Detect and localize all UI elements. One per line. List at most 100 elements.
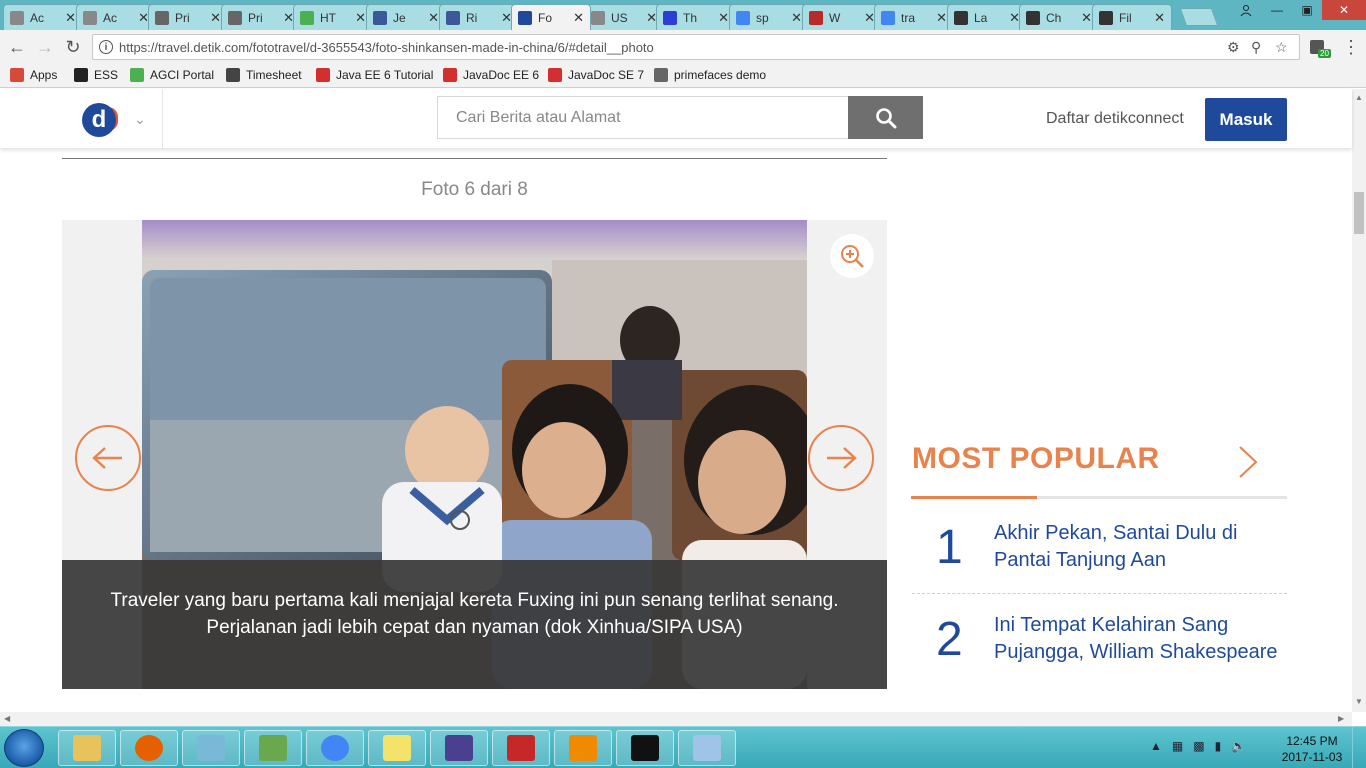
reload-button[interactable]: ↻ bbox=[62, 36, 84, 58]
browser-tab[interactable]: HT ✕ bbox=[293, 4, 373, 30]
new-tab-button[interactable] bbox=[1179, 8, 1219, 26]
network-icon[interactable]: ▦ bbox=[1172, 739, 1183, 753]
popular-title[interactable]: Akhir Pekan, Santai Dulu di Pantai Tanju… bbox=[994, 520, 1284, 574]
browser-tab[interactable]: Pri ✕ bbox=[221, 4, 301, 30]
bookmark-item[interactable]: JavaDoc SE 7 bbox=[548, 68, 644, 82]
close-tab-icon[interactable]: ✕ bbox=[791, 10, 802, 26]
maximize-button[interactable]: ▣ bbox=[1292, 0, 1322, 20]
close-tab-icon[interactable]: ✕ bbox=[65, 10, 76, 26]
zoom-button[interactable] bbox=[830, 234, 874, 278]
blocked-content-icon[interactable]: ⚙ bbox=[1227, 39, 1240, 56]
photo-caption: Traveler yang baru pertama kali menjajal… bbox=[62, 560, 887, 689]
bookmark-item[interactable]: Apps bbox=[10, 68, 57, 82]
taskbar-app[interactable] bbox=[430, 730, 488, 766]
register-link[interactable]: Daftar detikconnect bbox=[1046, 110, 1184, 128]
search-button[interactable] bbox=[848, 96, 923, 139]
clock-date: 2017-11-03 bbox=[1281, 750, 1343, 764]
arrow-left-icon bbox=[92, 447, 122, 469]
browser-tab[interactable]: Th ✕ bbox=[656, 4, 736, 30]
menu-icon[interactable]: ⋮ bbox=[1340, 36, 1362, 58]
scroll-left-icon[interactable]: ◀ bbox=[4, 714, 10, 723]
acrobat-icon bbox=[507, 735, 535, 761]
browser-tab[interactable]: Ac ✕ bbox=[76, 4, 156, 30]
taskbar-app[interactable] bbox=[58, 730, 116, 766]
user-profile-button[interactable] bbox=[1231, 0, 1261, 20]
horizontal-scrollbar[interactable]: ◀ ▶ bbox=[0, 712, 1352, 726]
browser-tab[interactable]: Ri ✕ bbox=[439, 4, 519, 30]
close-tab-icon[interactable]: ✕ bbox=[210, 10, 221, 26]
next-photo-button[interactable] bbox=[808, 425, 874, 491]
taskbar-app[interactable] bbox=[368, 730, 426, 766]
taskbar-app[interactable] bbox=[306, 730, 364, 766]
previous-photo-button[interactable] bbox=[75, 425, 141, 491]
browser-tab[interactable]: US ✕ bbox=[584, 4, 664, 30]
volume-icon[interactable]: 🔈 bbox=[1231, 739, 1246, 753]
file-explorer-icon bbox=[73, 735, 101, 761]
bookmark-item[interactable]: ESS bbox=[74, 68, 118, 82]
bookmark-item[interactable]: JavaDoc EE 6 bbox=[443, 68, 539, 82]
taskbar-app[interactable] bbox=[554, 730, 612, 766]
taskbar-app[interactable] bbox=[182, 730, 240, 766]
bookmark-item[interactable]: Java EE 6 Tutorial bbox=[316, 68, 433, 82]
google-icon bbox=[736, 10, 750, 25]
start-button[interactable] bbox=[4, 729, 44, 767]
close-tab-icon[interactable]: ✕ bbox=[428, 10, 439, 26]
browser-tab[interactable]: sp ✕ bbox=[729, 4, 809, 30]
clock[interactable]: 12:45 PM 2017-11-03 bbox=[1280, 733, 1344, 765]
show-desktop-button[interactable] bbox=[1352, 727, 1366, 768]
browser-tab[interactable]: W ✕ bbox=[802, 4, 882, 30]
taskbar-app[interactable] bbox=[492, 730, 550, 766]
browser-tab[interactable]: Pri ✕ bbox=[148, 4, 228, 30]
close-window-button[interactable]: ✕ bbox=[1322, 0, 1366, 20]
browser-tab[interactable]: La ✕ bbox=[947, 4, 1027, 30]
close-tab-icon[interactable]: ✕ bbox=[573, 10, 584, 26]
chevron-right-icon[interactable] bbox=[1236, 444, 1260, 480]
browser-tab[interactable]: Fil ✕ bbox=[1092, 4, 1172, 30]
close-tab-icon[interactable]: ✕ bbox=[1154, 10, 1165, 26]
ess-icon bbox=[74, 68, 88, 82]
close-tab-icon[interactable]: ✕ bbox=[718, 10, 729, 26]
close-tab-icon[interactable]: ✕ bbox=[355, 10, 366, 26]
taskbar-app[interactable] bbox=[616, 730, 674, 766]
extension-icon[interactable]: 20 bbox=[1306, 36, 1331, 58]
taskbar-app[interactable] bbox=[678, 730, 736, 766]
close-tab-icon[interactable]: ✕ bbox=[936, 10, 947, 26]
scrollbar-thumb[interactable] bbox=[1354, 192, 1364, 234]
tab-title: Ac bbox=[103, 10, 118, 25]
most-popular-title[interactable]: MOST POPULAR bbox=[912, 442, 1160, 476]
browser-tab[interactable]: Je ✕ bbox=[366, 4, 446, 30]
bookmark-item[interactable]: Timesheet bbox=[226, 68, 302, 82]
login-button[interactable]: Masuk bbox=[1205, 98, 1287, 141]
chevron-down-icon[interactable]: ⌄ bbox=[134, 111, 146, 128]
forward-button[interactable]: → bbox=[34, 36, 56, 58]
taskbar-app[interactable] bbox=[244, 730, 302, 766]
scroll-up-icon[interactable]: ▲ bbox=[1355, 93, 1363, 102]
browser-tab[interactable]: Fo ✕ bbox=[511, 4, 591, 30]
site-info-icon[interactable]: i bbox=[99, 40, 113, 54]
bookmark-star-icon[interactable]: ☆ bbox=[1275, 39, 1288, 56]
address-bar[interactable]: i https://travel.detik.com/fototravel/d-… bbox=[92, 34, 1300, 60]
minimize-button[interactable]: — bbox=[1262, 0, 1292, 20]
show-hidden-icons-icon[interactable]: ▲ bbox=[1150, 739, 1162, 753]
tab-title: sp bbox=[756, 10, 769, 25]
browser-tab[interactable]: tra ✕ bbox=[874, 4, 954, 30]
bookmark-label: Java EE 6 Tutorial bbox=[336, 68, 434, 82]
most-popular-rule-accent bbox=[911, 496, 1037, 499]
apps-grid-icon bbox=[10, 68, 24, 82]
vertical-scrollbar[interactable]: ▲ ▼ bbox=[1352, 89, 1366, 712]
scroll-right-icon[interactable]: ▶ bbox=[1338, 714, 1344, 723]
scroll-down-icon[interactable]: ▼ bbox=[1355, 697, 1363, 706]
popular-title[interactable]: Ini Tempat Kelahiran Sang Pujangga, Will… bbox=[994, 612, 1284, 666]
bookmark-item[interactable]: primefaces demo bbox=[654, 68, 766, 82]
back-button[interactable]: ← bbox=[6, 36, 28, 58]
detik-logo[interactable]: d bbox=[82, 103, 118, 137]
bookmark-item[interactable]: AGCI Portal bbox=[130, 68, 214, 82]
taskbar-app[interactable] bbox=[120, 730, 178, 766]
search-input[interactable]: Cari Berita atau Alamat bbox=[437, 96, 849, 139]
power-icon[interactable]: ▮ bbox=[1215, 739, 1222, 753]
usb-icon[interactable]: ▩ bbox=[1193, 739, 1204, 753]
browser-tab[interactable]: Ch ✕ bbox=[1019, 4, 1099, 30]
zoom-icon[interactable]: ⚲ bbox=[1251, 39, 1261, 56]
browser-tab[interactable]: Ac ✕ bbox=[3, 4, 83, 30]
close-tab-icon[interactable]: ✕ bbox=[1081, 10, 1092, 26]
